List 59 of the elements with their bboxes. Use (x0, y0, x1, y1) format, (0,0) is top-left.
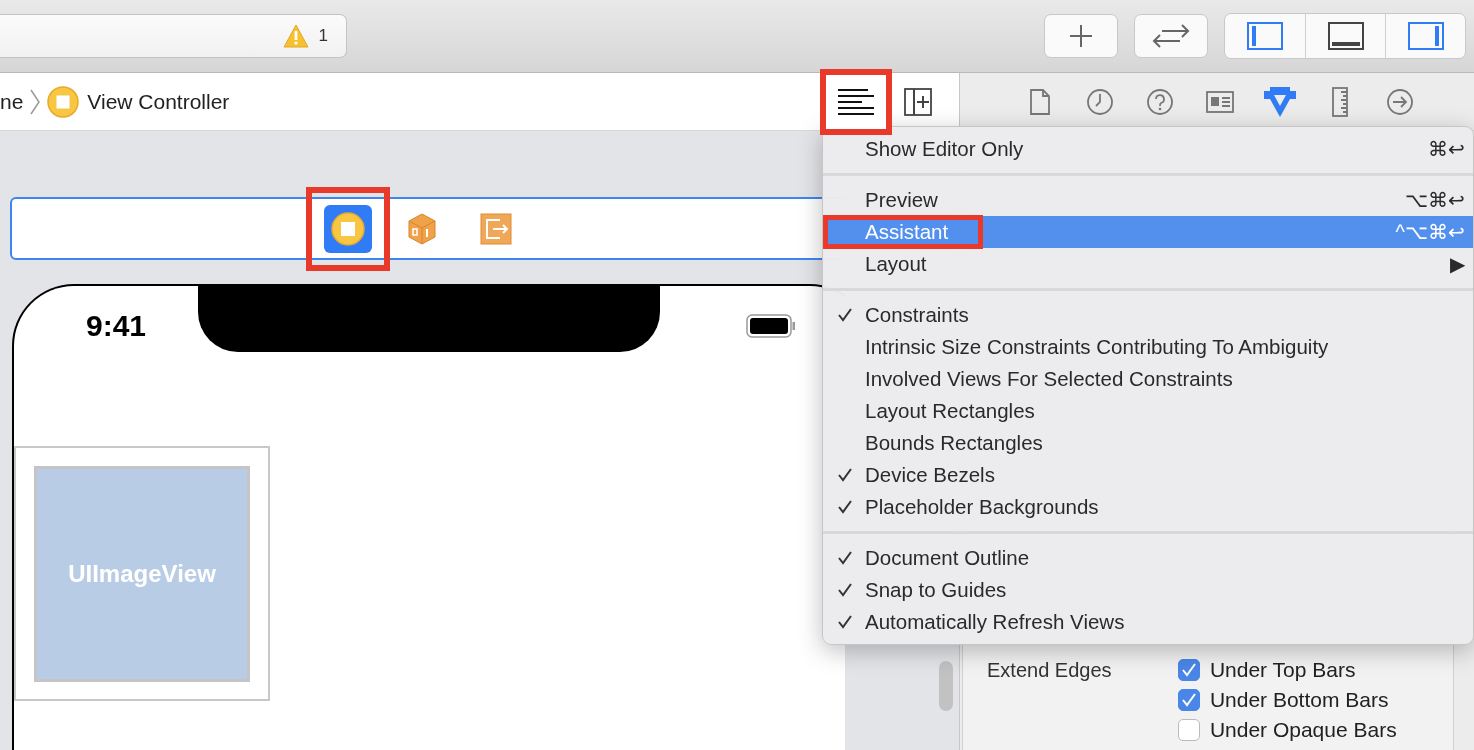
checkbox-option[interactable]: Under Opaque Bars (1177, 716, 1453, 744)
checkmark-icon (1180, 662, 1197, 678)
menu-item[interactable]: Constraints (823, 299, 1473, 331)
image-view-label: UIImageView (68, 559, 216, 588)
warning-count: 1 (318, 26, 328, 46)
warning-icon (282, 24, 309, 48)
checkbox-option[interactable]: Under Bottom Bars (1177, 686, 1453, 714)
extend-edges-label: Extend Edges (987, 658, 1113, 682)
menu-item[interactable]: Placeholder Backgrounds (823, 491, 1473, 523)
view-controller-icon (331, 211, 365, 246)
checkbox[interactable] (1177, 689, 1200, 711)
checkbox-option[interactable]: Under Top Bars (1177, 656, 1453, 684)
view-controller-icon (47, 85, 80, 118)
library-button[interactable] (1044, 14, 1118, 58)
checkmark-icon (837, 582, 853, 598)
menu-item[interactable]: Show Editor Only ⌘↩ (823, 133, 1473, 165)
arrow-circle-icon (1386, 87, 1414, 116)
exit-icon (480, 212, 512, 245)
scroll-thumb[interactable] (939, 661, 953, 711)
menu-item[interactable]: Layout Rectangles (823, 395, 1473, 427)
battery-icon (746, 314, 796, 338)
menu-item[interactable]: Layout ▶ (823, 248, 1473, 280)
menu-item[interactable]: Preview ⌥⌘↩ (823, 184, 1473, 216)
clock-icon (1086, 87, 1114, 116)
code-review-button[interactable] (1134, 14, 1208, 58)
document-icon (1029, 87, 1051, 116)
left-panel-icon (1247, 22, 1283, 50)
help-icon (1146, 87, 1174, 116)
checkmark-icon (837, 614, 853, 630)
bottom-panel-icon (1327, 22, 1364, 50)
lines-icon (837, 87, 875, 116)
breadcrumb-item[interactable]: View Controller (87, 89, 230, 114)
checkmark-icon (837, 499, 853, 515)
checkbox[interactable] (1177, 659, 1200, 681)
checkmark-icon (1180, 692, 1197, 708)
id-card-icon (1206, 90, 1234, 113)
menu-item[interactable]: Document Outline (823, 542, 1473, 574)
ruler-icon (1331, 86, 1349, 117)
checkmark-icon (837, 467, 853, 483)
editor-options-button[interactable] (820, 68, 892, 135)
checkbox[interactable] (1177, 719, 1200, 741)
plus-icon (1069, 24, 1093, 48)
breadcrumb-item[interactable]: ne (0, 89, 24, 114)
dock-item[interactable] (306, 186, 390, 271)
menu-item[interactable]: Involved Views For Selected Constraints (823, 363, 1473, 395)
status-time: 9:41 (86, 309, 147, 343)
menu-item[interactable]: Snap to Guides (823, 574, 1473, 606)
chevron-icon (29, 87, 42, 116)
checkmark-icon (837, 550, 853, 566)
add-editor-icon (904, 87, 932, 116)
swap-arrows-icon (1152, 23, 1190, 49)
attributes-icon (1263, 85, 1297, 118)
right-panel-icon (1407, 22, 1444, 50)
menu-item[interactable]: Automatically Refresh Views (823, 606, 1473, 638)
cube-icon (407, 212, 437, 245)
checkmark-icon (837, 307, 853, 323)
menu-item[interactable]: Device Bezels (823, 459, 1473, 491)
menu-item[interactable]: Bounds Rectangles (823, 427, 1473, 459)
menu-item[interactable]: Intrinsic Size Constraints Contributing To Ambiguity (823, 331, 1473, 363)
